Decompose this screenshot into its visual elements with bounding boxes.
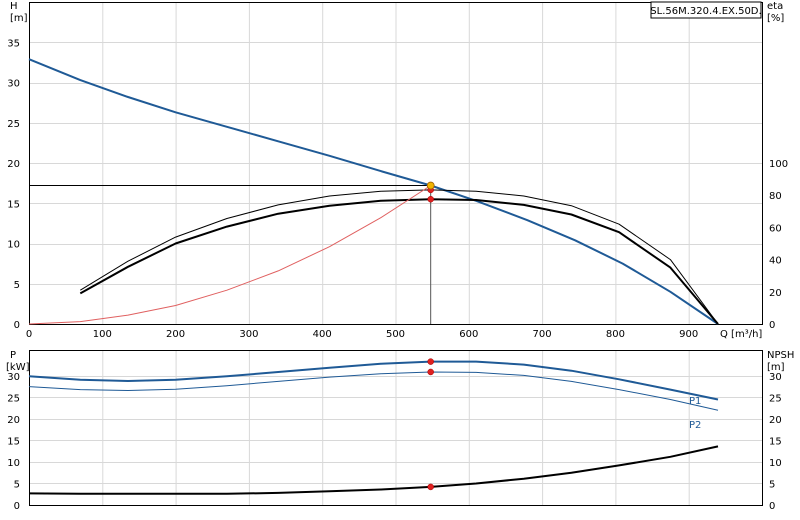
series-layer <box>28 58 719 495</box>
panel2-y-tick-label-0: 0 <box>14 501 20 512</box>
panel2-y2-tick-label-5: 5 <box>769 479 775 490</box>
panel2-y-tick-label-10: 10 <box>7 458 20 469</box>
bottom-y-axis-label: P <box>10 350 16 361</box>
panel1-series-system-line <box>28 185 431 325</box>
panel1-y-tick-label-25: 25 <box>7 119 20 130</box>
panel2-operating-marker-2 <box>427 483 434 491</box>
panel1-y2-tick-label-0: 0 <box>769 320 775 331</box>
panel1-x-tick-label-100: 100 <box>93 329 112 340</box>
text-layer: SL.56M.320.4.EX.50D. H [m] eta [%] Q [m³… <box>6 1 794 512</box>
panel2-y-tick-label-5: 5 <box>14 479 20 490</box>
panel1-x-tick-label-0: 0 <box>26 329 32 340</box>
panel1-x-tick-label-600: 600 <box>459 329 478 340</box>
panel1-y-tick-label-10: 10 <box>7 240 20 251</box>
panel2-y2-tick-label-0: 0 <box>769 501 775 512</box>
chart-title: SL.56M.320.4.EX.50D. <box>650 6 761 17</box>
panel2-operating-marker-1 <box>427 368 434 376</box>
panel1-y2-tick-label-80: 80 <box>769 191 782 202</box>
panel1-x-tick-label-200: 200 <box>166 329 185 340</box>
top-y2-axis-label: eta <box>767 1 783 12</box>
panel2-y2-tick-label-30: 30 <box>769 372 782 383</box>
panel1-duty-point-marker <box>426 181 435 190</box>
panel1-y-tick-label-0: 0 <box>14 320 20 331</box>
panel1-y2-tick-label-40: 40 <box>769 256 782 267</box>
pump-performance-chart: SL.56M.320.4.EX.50D. H [m] eta [%] Q [m³… <box>6 1 794 512</box>
panel1-x-tick-label-700: 700 <box>533 329 552 340</box>
panel2-y-tick-label-30: 30 <box>7 372 20 383</box>
panel2-y-tick-label-20: 20 <box>7 415 20 426</box>
panel2-y2-tick-label-10: 10 <box>769 458 782 469</box>
top-y-axis-unit: [m] <box>10 13 28 24</box>
top-y2-axis-unit: [%] <box>767 13 784 24</box>
panel2-y2-tick-label-20: 20 <box>769 415 782 426</box>
panel1-x-tick-label-800: 800 <box>606 329 625 340</box>
panel2-y-tick-label-15: 15 <box>7 436 20 447</box>
panel1-y-tick-label-35: 35 <box>7 38 20 49</box>
series-label-p2: P2 <box>689 420 701 431</box>
panel1-y2-tick-label-100: 100 <box>769 159 788 170</box>
panel1-y-tick-label-15: 15 <box>7 199 20 210</box>
panel2-operating-marker-0 <box>427 358 434 365</box>
panel2-series-p1-line <box>28 360 719 401</box>
panel1-y2-tick-label-20: 20 <box>769 288 782 299</box>
series-label-p1: P1 <box>689 396 701 407</box>
panel1-y-tick-label-30: 30 <box>7 79 20 90</box>
panel2-y-tick-label-25: 25 <box>7 393 20 404</box>
bottom-y2-axis-label: NPSH <box>767 350 794 361</box>
panel1-y-tick-label-5: 5 <box>14 280 20 291</box>
panel2-series-npsh-line <box>28 445 719 495</box>
top-y-axis-label: H <box>10 1 18 12</box>
panel1-operating-marker-1 <box>427 195 434 203</box>
panel2-y2-tick-label-25: 25 <box>769 393 782 404</box>
panel1-x-tick-label-400: 400 <box>313 329 332 340</box>
panel1-y2-tick-label-60: 60 <box>769 223 782 234</box>
x-axis-label: Q [m³/h] <box>720 329 762 340</box>
panel1-x-tick-label-300: 300 <box>239 329 258 340</box>
panel1-y-tick-label-20: 20 <box>7 159 20 170</box>
panel2-y2-tick-label-15: 15 <box>769 436 782 447</box>
panel1-x-tick-label-900: 900 <box>679 329 698 340</box>
panel1-x-tick-label-500: 500 <box>386 329 405 340</box>
